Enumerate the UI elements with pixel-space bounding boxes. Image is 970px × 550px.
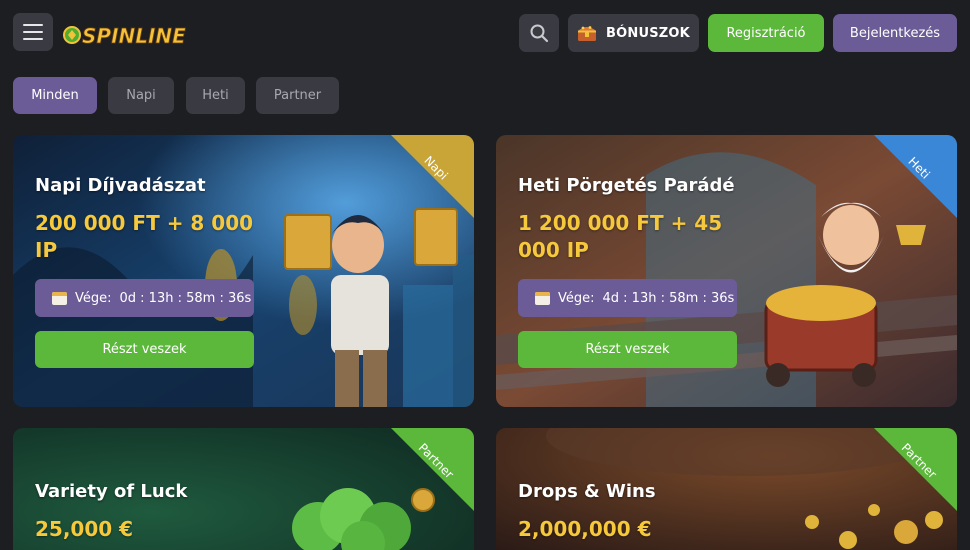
tab-heti[interactable]: Heti [186,77,245,114]
countdown-timer: Vége: 4d : 13h : 58m : 36s [518,279,737,317]
tournament-card-variety-of-luck: Partner Variety of Luck 25,000 € [13,428,474,550]
register-button[interactable]: Regisztráció [708,14,824,52]
card-prize: 25,000 € [35,517,134,541]
countdown-timer: Vége: 0d : 13h : 58m : 36s [35,279,254,317]
hamburger-menu-button[interactable] [13,13,53,51]
calendar-icon [52,291,67,305]
login-button[interactable]: Bejelentkezés [833,14,957,52]
hamburger-menu-icon [23,24,43,26]
card-prize: 1 200 000 FT + 45 000 IP [518,211,723,262]
card-prize: 200 000 FT + 8 000 IP [35,211,254,262]
spinline-logo[interactable]: SPINLINE [62,17,187,51]
calendar-icon [535,291,550,305]
tab-napi[interactable]: Napi [108,77,174,114]
join-button[interactable]: Részt veszek [35,331,254,368]
tournament-card-heti: Heti Heti Pörgetés Parádé 1 200 000 FT +… [496,135,957,407]
treasure-chest-icon [578,26,597,41]
search-button[interactable] [519,14,559,52]
timer-label: Vége: [75,290,112,306]
svg-text:SPINLINE: SPINLINE [82,24,186,48]
card-prize: 2,000,000 € [518,517,652,541]
bonuses-label: BÓNUSZOK [606,25,690,41]
card-title: Variety of Luck [35,481,188,502]
header: SPINLINE BÓNUSZOK Regisztráció Bejelentk… [0,0,970,64]
timer-value: 4d : 13h : 58m : 36s [602,290,735,306]
tournament-card-drops-and-wins: Partner Drops & Wins 2,000,000 € [496,428,957,550]
bonuses-button[interactable]: BÓNUSZOK [568,14,699,52]
join-button[interactable]: Részt veszek [518,331,737,368]
tab-minden[interactable]: Minden [13,77,97,114]
tab-partner[interactable]: Partner [256,77,339,114]
search-icon [530,24,549,43]
timer-label: Vége: [558,290,595,306]
card-title: Napi Díjvadászat [35,175,206,196]
card-title: Heti Pörgetés Parádé [518,175,735,196]
timer-value: 0d : 13h : 58m : 36s [119,290,252,306]
tournament-card-napi: Napi Napi Díjvadászat 200 000 FT + 8 000… [13,135,474,407]
card-title: Drops & Wins [518,481,656,502]
